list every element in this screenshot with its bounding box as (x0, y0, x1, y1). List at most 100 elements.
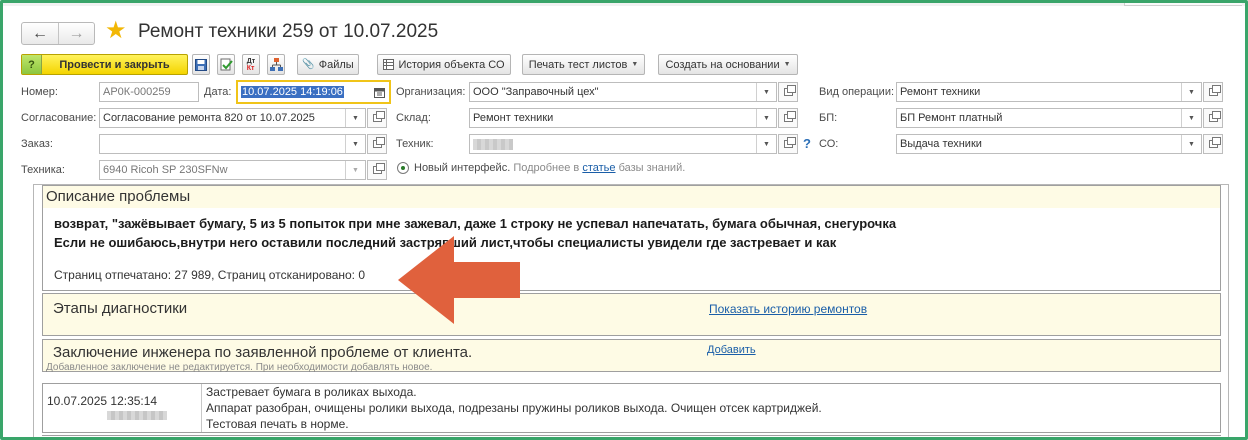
help-question-icon[interactable]: ? (803, 136, 811, 151)
back-button[interactable]: ← (22, 23, 58, 44)
debit-credit-button[interactable]: Дт Кт (242, 54, 260, 75)
conclusion-record: 10.07.2025 12:35:14 Застревает бумага в … (42, 383, 1221, 433)
post-and-close-label: Провести и закрыть (59, 58, 170, 71)
chevron-down-icon[interactable]: ▼ (756, 83, 776, 101)
open-form-icon (783, 85, 796, 96)
chevron-down-icon: ▼ (631, 61, 639, 68)
operation-type-value: Ремонт техники (900, 86, 981, 98)
date-field[interactable]: 10.07.2025 14:19:06 (236, 80, 391, 104)
co-value: Выдача техники (900, 138, 982, 150)
top-strip (0, 0, 1248, 6)
post-and-close-button[interactable]: ? Провести и закрыть (21, 54, 188, 75)
open-form-icon (1208, 137, 1221, 148)
conclusion-header: Заключение инженера по заявленной пробле… (53, 344, 473, 361)
organization-value: ООО "Заправочный цех" (473, 86, 599, 98)
structure-button[interactable] (267, 54, 285, 75)
bp-value: БП Ремонт платный (900, 112, 1003, 124)
redacted-name (473, 138, 513, 150)
approval-open-button[interactable] (367, 108, 387, 128)
number-field[interactable]: АР0К-000259 (99, 82, 199, 102)
favorite-star-icon[interactable]: ★ (105, 19, 127, 43)
open-form-icon (1208, 85, 1221, 96)
pages-counter: Страниц отпечатано: 27 989, Страниц отск… (54, 268, 366, 282)
date-label: Дата: (204, 86, 232, 98)
number-label: Номер: (21, 86, 58, 98)
diagnostics-panel: Этапы диагностики Показать историю ремон… (42, 293, 1221, 336)
record-line-3: Тестовая печать в норме. (206, 417, 349, 431)
print-test-sheets-label: Печать тест листов (528, 58, 628, 71)
record-line-1: Застревает бумага в роликах выхода. (206, 385, 417, 399)
more-in-text: Подробнее в (513, 162, 580, 174)
operation-type-open-button[interactable] (1203, 82, 1223, 102)
record-date: 10.07.2025 12:35:14 (47, 394, 158, 408)
chevron-down-icon[interactable]: ▼ (345, 135, 365, 153)
equipment-open-button[interactable] (367, 160, 387, 180)
organization-open-button[interactable] (778, 82, 798, 102)
equipment-value: 6940 Ricoh SP 230SFNw (103, 164, 228, 176)
chevron-down-icon[interactable]: ▼ (756, 135, 776, 153)
number-value: АР0К-000259 (103, 86, 171, 98)
approval-label: Согласование: (21, 112, 97, 124)
new-interface-label: Новый интерфейс. (414, 162, 511, 174)
history-table-icon (383, 59, 395, 70)
order-field[interactable]: ▼ (99, 134, 366, 154)
chevron-down-icon: ▼ (783, 61, 791, 68)
forward-button[interactable]: → (58, 23, 94, 44)
co-open-button[interactable] (1203, 134, 1223, 154)
chevron-down-icon[interactable]: ▼ (345, 161, 365, 179)
print-test-sheets-button[interactable]: Печать тест листов ▼ (522, 54, 645, 75)
top-strip-segment (1124, 0, 1242, 6)
chevron-down-icon[interactable]: ▼ (1181, 135, 1201, 153)
page-title: Ремонт техники 259 от 10.07.2025 (138, 21, 439, 42)
organization-label: Организация: (396, 86, 466, 98)
order-label: Заказ: (21, 138, 53, 150)
order-open-button[interactable] (367, 134, 387, 154)
create-based-on-label: Создать на основании (665, 58, 780, 71)
bp-field[interactable]: БП Ремонт платный ▼ (896, 108, 1202, 128)
technician-field[interactable]: ▼ (469, 134, 777, 154)
content-area[interactable]: Описание проблемы возврат, "зажёвывает б… (33, 184, 1229, 440)
create-based-on-button[interactable]: Создать на основании ▼ (658, 54, 798, 75)
calendar-icon[interactable] (369, 87, 389, 98)
nav-group: ← → (21, 22, 95, 45)
open-form-icon (1208, 111, 1221, 122)
hierarchy-icon (269, 58, 283, 71)
chevron-down-icon[interactable]: ▼ (1181, 109, 1201, 127)
equipment-label: Техника: (21, 164, 65, 176)
bp-label: БП: (819, 112, 838, 124)
conclusion-hint: Добавленное заключение не редактируется.… (46, 362, 433, 373)
files-label: Файлы (318, 58, 354, 71)
next-record-edge (42, 435, 1221, 440)
organization-field[interactable]: ООО "Заправочный цех" ▼ (469, 82, 777, 102)
operation-type-field[interactable]: Ремонт техники ▼ (896, 82, 1202, 102)
warehouse-field[interactable]: Ремонт техники ▼ (469, 108, 777, 128)
save-button[interactable] (192, 54, 210, 75)
paperclip-icon: 📎 (302, 59, 315, 70)
chevron-down-icon[interactable]: ▼ (345, 109, 365, 127)
chevron-down-icon[interactable]: ▼ (1181, 83, 1201, 101)
approval-field[interactable]: Согласование ремонта 820 от 10.07.2025 ▼ (99, 108, 366, 128)
show-repair-history-link[interactable]: Показать историю ремонтов (709, 302, 867, 316)
technician-value (470, 138, 756, 150)
technician-open-button[interactable] (778, 134, 798, 154)
co-label: СО: (819, 138, 839, 150)
post-button[interactable] (217, 54, 235, 75)
add-conclusion-link[interactable]: Добавить (707, 344, 756, 356)
operation-type-label: Вид операции: (819, 86, 895, 98)
warehouse-open-button[interactable] (778, 108, 798, 128)
article-link[interactable]: статье (582, 162, 615, 174)
warehouse-label: Склад: (396, 112, 431, 124)
co-field[interactable]: Выдача техники ▼ (896, 134, 1202, 154)
object-history-button[interactable]: История объекта СО (377, 54, 511, 75)
new-interface-radio[interactable] (397, 162, 409, 174)
files-button[interactable]: 📎 Файлы (297, 54, 359, 75)
approval-value: Согласование ремонта 820 от 10.07.2025 (103, 112, 315, 124)
chevron-down-icon[interactable]: ▼ (756, 109, 776, 127)
equipment-field[interactable]: 6940 Ricoh SP 230SFNw ▼ (99, 160, 366, 180)
post-document-icon (220, 58, 233, 71)
problem-line-1: возврат, "зажёвывает бумагу, 5 из 5 попы… (54, 216, 897, 231)
diagnostics-header: Этапы диагностики (53, 300, 188, 317)
bp-open-button[interactable] (1203, 108, 1223, 128)
open-form-icon (783, 111, 796, 122)
object-history-label: История объекта СО (398, 58, 505, 71)
